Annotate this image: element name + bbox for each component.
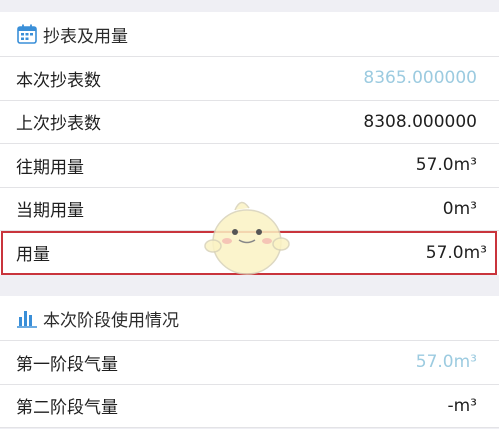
calendar-icon (16, 23, 38, 45)
reading-section-title: 抄表及用量 (43, 26, 128, 47)
previous-reading-label: 上次抄表数 (16, 114, 101, 135)
reading-section-header: 抄表及用量 (0, 12, 499, 57)
past-usage-label: 往期用量 (16, 157, 84, 178)
usage-label: 用量 (16, 245, 50, 266)
stage-two-label: 第二阶段气量 (16, 398, 118, 419)
current-reading-row: 本次抄表数 8365.000000 (0, 57, 499, 101)
stage-one-row: 第一阶段气量 57.0m³ (0, 341, 499, 385)
stage-two-row: 第二阶段气量 -m³ (0, 385, 499, 428)
past-usage-row: 往期用量 57.0m³ (0, 144, 499, 188)
stage-one-value: 57.0m³ (415, 352, 477, 373)
stage-two-value: -m³ (447, 395, 477, 416)
previous-reading-value: 8308.000000 (363, 111, 477, 132)
stage-section-title: 本次阶段使用情况 (43, 310, 179, 331)
stage-section: 本次阶段使用情况 第一阶段气量 57.0m³ 第二阶段气量 -m³ (0, 296, 499, 428)
stage-section-header: 本次阶段使用情况 (0, 296, 499, 341)
current-period-usage-label: 当期用量 (16, 201, 84, 222)
past-usage-value: 57.0m³ (415, 155, 477, 176)
current-period-usage-value: 0m³ (442, 198, 477, 219)
previous-reading-row: 上次抄表数 8308.000000 (0, 101, 499, 144)
current-reading-value: 8365.000000 (363, 68, 477, 89)
current-reading-label: 本次抄表数 (16, 70, 101, 91)
bar-chart-icon (16, 307, 38, 329)
mascot-watermark (197, 188, 297, 280)
stage-one-label: 第一阶段气量 (16, 354, 118, 375)
usage-value: 57.0m³ (425, 242, 487, 263)
